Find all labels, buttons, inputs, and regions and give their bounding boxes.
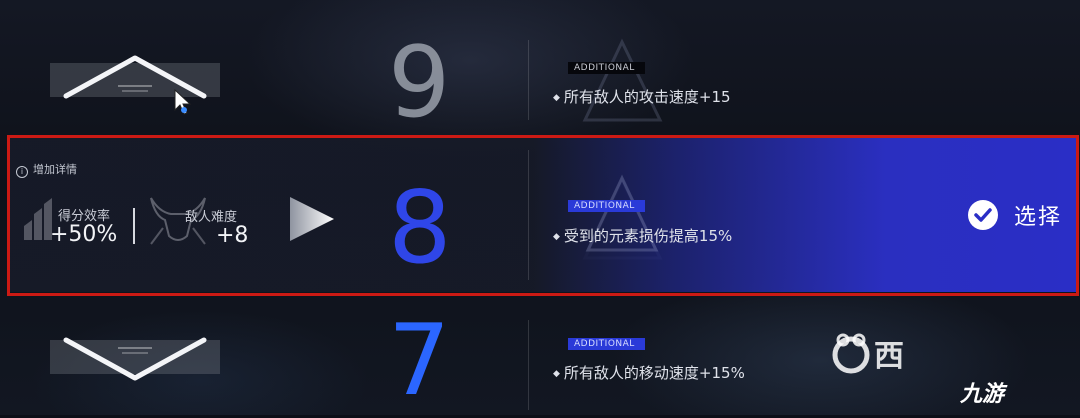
jiuyou-logo: 九游 [960, 382, 1005, 407]
highlight-frame [7, 135, 1079, 296]
effect-text: ◆ 所有敌人的移动速度+15% [553, 362, 745, 383]
chevron-down-icon[interactable] [60, 334, 210, 384]
additional-tag: ADDITIONAL [568, 338, 645, 350]
effect-label: 所有敌人的移动速度+15% [563, 364, 745, 382]
watermark: 西 [828, 330, 904, 376]
watermark-logo-icon [832, 333, 870, 374]
bullet-icon: ◆ [553, 369, 560, 379]
level-number-7[interactable]: 7 [388, 312, 450, 410]
watermark-text: 西 [874, 339, 904, 374]
